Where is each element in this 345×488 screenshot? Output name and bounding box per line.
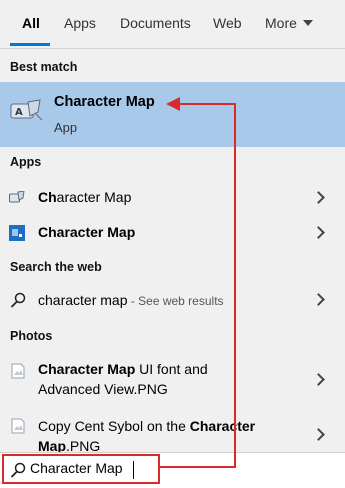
photo-result-1-rest: UI font and (135, 361, 208, 377)
annotation-line-vertical (234, 103, 236, 468)
web-result-label: character map - See web results (38, 292, 224, 308)
photo-result-1[interactable]: Character Map UI font and Advanced View.… (0, 355, 345, 405)
svg-text:A: A (15, 107, 23, 118)
character-map-icon: A (10, 99, 43, 121)
web-result-suffix: - See web results (127, 294, 224, 308)
tab-documents[interactable]: Documents (120, 15, 191, 31)
photo-result-2-rest: .PNG (66, 438, 101, 452)
best-match-item[interactable]: A Character Map App (0, 82, 345, 147)
app-result-1-rest: aracter Map (56, 189, 132, 205)
best-match-title: Character Map (54, 94, 155, 110)
photo-result-1-line2: Advanced View.PNG (38, 381, 168, 397)
photo-result-2-pre: Copy Cent Sybol on the (38, 418, 190, 434)
web-result-query: character map (38, 292, 128, 308)
tab-all[interactable]: All (22, 15, 40, 31)
chevron-right-icon (312, 428, 325, 441)
annotation-line-bottom (160, 466, 236, 468)
tab-web[interactable]: Web (213, 15, 242, 31)
tab-apps[interactable]: Apps (64, 15, 96, 31)
photo-result-2-line2: Map.PNG (38, 438, 100, 452)
active-tab-indicator (10, 43, 50, 46)
annotation-line-top (178, 103, 236, 105)
photo-result-2-line1: Copy Cent Sybol on the Character (38, 418, 255, 434)
search-icon (10, 292, 26, 308)
photo-result-1-match: Character Map (38, 361, 136, 377)
tab-more[interactable]: More (265, 15, 313, 31)
chevron-right-icon (312, 373, 325, 386)
search-web-header: Search the web (10, 260, 102, 274)
chevron-right-icon (312, 226, 325, 239)
chevron-right-icon (312, 293, 325, 306)
character-map-blue-icon (9, 225, 25, 241)
app-result-2[interactable]: Character Map (0, 217, 345, 249)
app-result-1-match: Ch (38, 189, 57, 205)
caret-down-icon (302, 20, 313, 26)
app-result-2-label: Character Map (38, 224, 135, 240)
photos-header: Photos (10, 329, 53, 343)
image-file-icon (11, 418, 25, 434)
tab-more-label: More (265, 15, 297, 31)
character-map-icon (9, 191, 25, 203)
app-result-2-match: Character Map (38, 224, 136, 240)
photo-result-2[interactable]: Copy Cent Sybol on the Character Map.PNG (0, 410, 345, 452)
best-match-header: Best match (10, 60, 78, 74)
search-scope-tabs: All Apps Documents Web More (0, 0, 345, 49)
annotation-arrowhead-icon (166, 97, 180, 111)
photo-result-2-match-2: Map (38, 438, 66, 452)
photo-result-1-line1: Character Map UI font and (38, 361, 208, 377)
apps-header: Apps (10, 155, 42, 169)
app-result-1[interactable]: Character Map (0, 182, 345, 214)
annotation-highlight-box (2, 454, 160, 484)
best-match-subtitle: App (54, 120, 78, 135)
photo-result-2-match: Character (189, 418, 256, 434)
app-result-1-label: Character Map (38, 189, 131, 205)
chevron-right-icon (312, 191, 325, 204)
web-result[interactable]: character map - See web results (0, 284, 345, 316)
image-file-icon (11, 363, 25, 379)
